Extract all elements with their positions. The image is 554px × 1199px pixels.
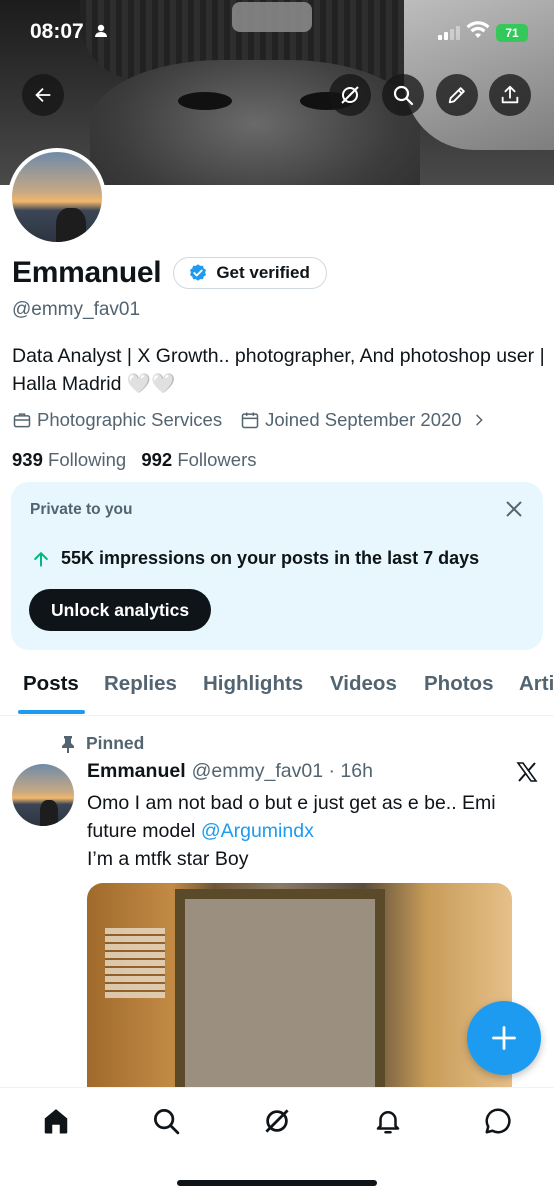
image-wall-tiles <box>105 928 165 998</box>
follow-stats: 939 Following 992 Followers <box>12 449 257 471</box>
plus-icon <box>492 1026 516 1050</box>
nav-explore[interactable] <box>148 1103 184 1139</box>
post-header: Emmanuel @emmy_fav01 · 16h <box>87 760 373 783</box>
wifi-icon <box>466 20 490 45</box>
battery-indicator: 71 <box>496 24 528 42</box>
pinned-text: Pinned <box>86 733 145 753</box>
profile-tabs: Posts Replies Highlights Videos Photos A… <box>0 662 554 716</box>
get-verified-button[interactable]: Get verified <box>173 257 327 289</box>
active-tab-indicator <box>18 710 85 714</box>
nav-notifications[interactable] <box>370 1103 406 1139</box>
profile-name: Emmanuel <box>12 256 162 289</box>
post-avatar-figure <box>40 800 58 826</box>
analytics-card: Private to you 55K impressions on your p… <box>11 482 543 650</box>
search-icon <box>393 85 414 106</box>
close-card-button[interactable] <box>503 498 525 525</box>
verified-badge-icon <box>190 264 207 281</box>
search-button[interactable] <box>382 74 424 116</box>
nav-grok[interactable] <box>259 1103 295 1139</box>
pin-icon <box>62 735 74 753</box>
category-label: Photographic Services <box>37 409 223 430</box>
profile-category[interactable]: Photographic Services <box>12 409 222 431</box>
arrow-up-icon <box>34 551 48 567</box>
banner-eye-left <box>178 92 232 110</box>
post-mention-link[interactable]: @Argumindx <box>201 820 314 842</box>
following-label: Following <box>48 449 127 470</box>
back-arrow-icon <box>35 87 51 103</box>
profile-bio: Data Analyst | X Growth.. photographer, … <box>12 345 545 395</box>
post-author-name[interactable]: Emmanuel <box>87 760 186 783</box>
followers-count: 992 <box>141 449 173 470</box>
compose-button[interactable] <box>467 1001 541 1075</box>
joined-label: Joined September 2020 <box>265 409 462 430</box>
edit-icon <box>448 87 465 104</box>
person-icon <box>94 24 108 41</box>
x-logo-icon[interactable] <box>515 760 539 791</box>
followers-label: Followers <box>177 449 257 470</box>
tab-highlights[interactable]: Highlights <box>203 672 303 696</box>
post-image[interactable] <box>87 883 512 1093</box>
share-icon <box>501 85 519 104</box>
home-indicator <box>177 1180 377 1186</box>
profile-joined[interactable]: Joined September 2020 <box>240 409 486 431</box>
nav-home[interactable] <box>38 1103 74 1139</box>
signal-icon <box>438 26 460 40</box>
back-button[interactable] <box>22 74 64 116</box>
pinned-label: Pinned <box>60 733 144 754</box>
get-verified-label: Get verified <box>216 263 310 282</box>
status-time: 08:07 <box>30 20 84 43</box>
tab-videos[interactable]: Videos <box>330 672 397 696</box>
post-avatar[interactable] <box>12 764 74 826</box>
grok-nav-icon <box>265 1109 289 1133</box>
impressions-text: 55K impressions on your posts in the las… <box>61 548 480 568</box>
share-button[interactable] <box>489 74 531 116</box>
private-label: Private to you <box>30 501 133 518</box>
tab-articles[interactable]: Arti <box>519 672 554 696</box>
profile-handle: @emmy_fav01 <box>12 299 141 320</box>
avatar-figure <box>56 208 86 242</box>
close-icon <box>506 501 522 517</box>
edit-button[interactable] <box>436 74 478 116</box>
profile-avatar[interactable] <box>8 148 106 246</box>
post-text-line2: I’m a mtfk star Boy <box>87 848 249 870</box>
following-link[interactable]: 939 Following <box>12 449 126 470</box>
name-row: Emmanuel Get verified <box>12 256 327 290</box>
tab-posts[interactable]: Posts <box>23 672 79 696</box>
post-text: Omo I am not bad o but e just get as e b… <box>87 789 537 873</box>
profile-meta: Photographic Services Joined September 2… <box>12 409 505 431</box>
nav-messages[interactable] <box>480 1103 516 1139</box>
grok-icon <box>341 86 359 104</box>
home-icon <box>44 1109 68 1134</box>
messages-icon <box>485 1108 511 1134</box>
post-meta: @emmy_fav01 · 16h <box>191 760 373 782</box>
following-count: 939 <box>12 449 43 470</box>
banner-face <box>90 60 420 185</box>
tab-replies[interactable]: Replies <box>104 672 177 696</box>
status-bar: 08:07 71 <box>0 0 554 60</box>
explore-icon <box>154 1109 180 1135</box>
grok-button[interactable] <box>329 74 371 116</box>
briefcase-icon <box>13 413 31 428</box>
image-mirror-frame <box>175 889 385 1093</box>
unlock-analytics-button[interactable]: Unlock analytics <box>29 589 212 631</box>
tab-photos[interactable]: Photos <box>424 672 493 696</box>
chevron-right-icon <box>475 414 483 426</box>
impressions-row: 55K impressions on your posts in the las… <box>31 548 479 569</box>
followers-link[interactable]: 992 Followers <box>141 449 256 470</box>
calendar-icon <box>241 412 259 429</box>
notifications-icon <box>376 1111 400 1134</box>
